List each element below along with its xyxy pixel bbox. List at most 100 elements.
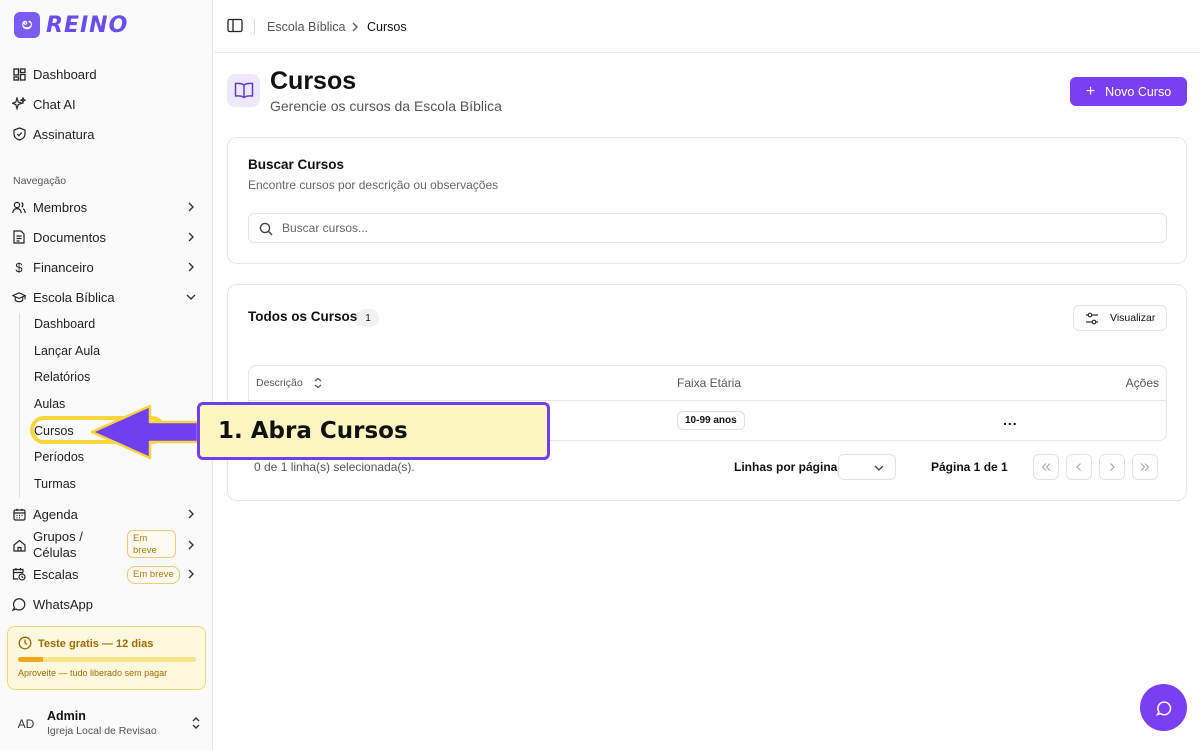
sparkles-icon <box>12 97 26 111</box>
users-icon <box>12 200 26 214</box>
submenu-item-relatorios[interactable]: Relatórios <box>34 370 90 384</box>
sidebar-item-membros[interactable]: Membros <box>12 194 202 220</box>
user-org: Igreja Local de Revisao <box>47 725 157 737</box>
chevron-right-icon <box>188 569 194 579</box>
chevrons-up-down-icon <box>192 717 200 729</box>
submenu-item-dashboard[interactable]: Dashboard <box>34 317 95 331</box>
search-box[interactable] <box>248 213 1167 243</box>
last-page-button[interactable] <box>1132 454 1158 480</box>
selection-count: 0 de 1 linha(s) selecionada(s). <box>254 460 415 474</box>
chevrons-left-icon <box>1041 463 1051 471</box>
submenu-item-aulas[interactable]: Aulas <box>34 397 65 411</box>
calendar-icon <box>12 507 26 521</box>
view-options-button[interactable]: Visualizar <box>1073 305 1167 331</box>
chevron-right-icon <box>188 540 194 550</box>
chat-bubble-icon <box>12 597 26 611</box>
chevron-right-icon <box>1110 463 1115 471</box>
column-header-faixa-etaria: Faixa Etária <box>677 376 742 390</box>
row-actions-menu[interactable]: ... <box>1003 412 1018 428</box>
sidebar-item-label: WhatsApp <box>33 596 93 612</box>
first-page-button[interactable] <box>1033 454 1059 480</box>
trial-banner[interactable]: Teste gratis — 12 dias Aproveite — tudo … <box>7 626 206 690</box>
breadcrumb-escola-biblica[interactable]: Escola Bíblica <box>267 20 346 34</box>
nav-section-label: Navegação <box>13 175 67 187</box>
document-icon <box>12 230 26 244</box>
shield-icon <box>12 127 26 141</box>
sidebar-item-label: Dashboard <box>33 66 97 82</box>
sidebar-item-whatsapp[interactable]: WhatsApp <box>12 591 202 617</box>
sidebar-item-financeiro[interactable]: $ Financeiro <box>12 254 202 280</box>
pointer-arrow-icon <box>90 404 200 460</box>
avatar: AD <box>17 717 35 731</box>
plus-icon: + <box>1085 82 1096 100</box>
book-icon <box>227 74 260 107</box>
courses-count-badge: 1 <box>357 309 379 327</box>
chat-bubble-icon <box>1155 700 1171 716</box>
sliders-icon <box>1086 312 1098 324</box>
courses-card-title: Todos os Cursos <box>248 309 358 324</box>
sidebar-item-escola-biblica[interactable]: Escola Bíblica <box>12 284 202 310</box>
submenu-item-turmas[interactable]: Turmas <box>34 477 76 491</box>
support-chat-button[interactable] <box>1140 684 1187 731</box>
sidebar-item-agenda[interactable]: Agenda <box>12 501 202 527</box>
sidebar-item-label: Agenda <box>33 506 78 522</box>
age-range-badge: 10-99 anos <box>677 411 745 430</box>
sidebar-item-label: Escalas <box>33 566 79 582</box>
chevron-down-icon <box>186 294 196 300</box>
brand-name: REINO <box>46 12 129 38</box>
new-course-label: Novo Curso <box>1105 84 1172 99</box>
sidebar-item-label: Documentos <box>33 229 106 245</box>
search-icon <box>259 222 273 236</box>
sidebar-item-label: Escola Bíblica <box>33 289 115 305</box>
chevron-right-icon <box>188 262 194 272</box>
sidebar-toggle-icon[interactable] <box>227 18 243 33</box>
sidebar-item-chat-ai[interactable]: Chat AI <box>12 91 202 117</box>
trial-subtitle: Aproveite — tudo liberado sem pagar <box>18 668 168 678</box>
sidebar: ಲ REINO Dashboard Chat AI Assinatura Nav… <box>0 0 213 750</box>
home-icon <box>12 538 26 552</box>
user-menu[interactable]: AD Admin Igreja Local de Revisao <box>12 706 204 740</box>
clock-icon <box>18 636 32 650</box>
sidebar-item-label: Chat AI <box>33 96 76 112</box>
search-input[interactable] <box>282 219 1142 237</box>
breadcrumb-chevron-icon <box>352 22 358 32</box>
chevrons-right-icon <box>1140 463 1150 471</box>
topbar-divider <box>254 19 255 35</box>
sidebar-item-dashboard[interactable]: Dashboard <box>12 61 202 87</box>
new-course-button[interactable]: + Novo Curso <box>1070 77 1187 106</box>
next-page-button[interactable] <box>1099 454 1125 480</box>
chevron-left-icon <box>1076 463 1081 471</box>
sidebar-item-documentos[interactable]: Documentos <box>12 224 202 250</box>
brand-logo[interactable]: ಲ REINO <box>14 12 128 38</box>
sidebar-item-assinatura[interactable]: Assinatura <box>12 121 202 147</box>
rows-per-page-select[interactable] <box>838 454 896 480</box>
page-subtitle: Gerencie os cursos da Escola Bíblica <box>270 98 502 114</box>
column-header-descricao[interactable]: Descrição <box>256 366 323 400</box>
sidebar-item-label: Financeiro <box>33 259 94 275</box>
submenu-item-periodos[interactable]: Períodos <box>34 450 84 464</box>
page-indicator: Página 1 de 1 <box>931 460 1008 474</box>
chevron-down-icon <box>874 465 884 471</box>
sidebar-item-label: Grupos / Células <box>33 529 83 560</box>
submenu-item-lancar-aula[interactable]: Lançar Aula <box>34 344 100 358</box>
sidebar-item-label: Assinatura <box>33 126 95 142</box>
trial-title: Teste gratis — 12 dias <box>38 638 154 650</box>
rows-per-page-label: Linhas por página <box>734 460 838 474</box>
trial-progress-fill <box>18 657 43 662</box>
chevron-right-icon <box>188 232 194 242</box>
breadcrumb-current: Cursos <box>367 20 407 34</box>
courses-card: Todos os Cursos 1 Visualizar Descrição F… <box>227 284 1187 501</box>
dollar-icon: $ <box>15 259 23 275</box>
user-name: Admin <box>47 709 86 723</box>
table-header-divider <box>249 400 1166 401</box>
submenu-guide-line <box>19 313 20 498</box>
graduation-cap-icon <box>12 290 26 304</box>
sort-icon <box>314 377 322 389</box>
logo-mark-icon: ಲ <box>14 12 40 38</box>
search-card-subtitle: Encontre cursos por descrição ou observa… <box>248 178 499 192</box>
chevron-right-icon <box>188 509 194 519</box>
previous-page-button[interactable] <box>1066 454 1092 480</box>
tutorial-callout: 1. Abra Cursos <box>197 402 550 460</box>
dashboard-grid-icon <box>12 67 26 81</box>
coming-soon-badge: Em breve <box>127 530 176 558</box>
